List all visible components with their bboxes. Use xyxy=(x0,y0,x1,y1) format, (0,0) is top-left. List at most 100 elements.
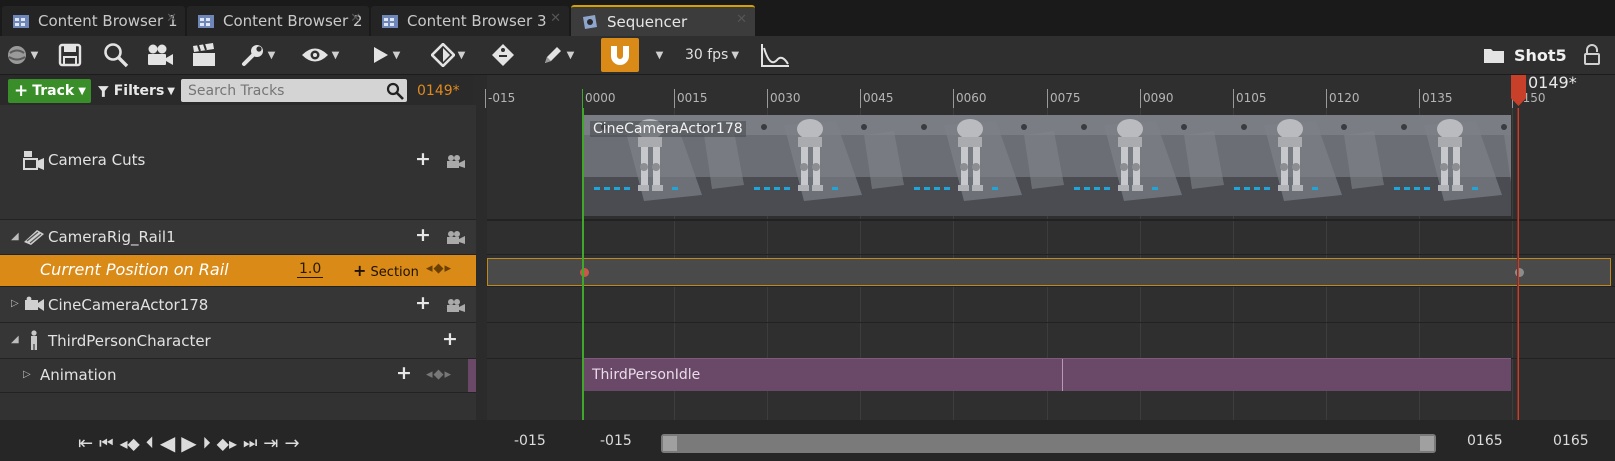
time-ruler[interactable]: -015 0000 0015 0030 0045 0060 0075 0090 … xyxy=(485,73,1615,109)
snap-options-button[interactable]: ▼ xyxy=(646,39,670,71)
add-icon[interactable]: + xyxy=(442,328,458,350)
collapse-arrow-icon[interactable]: ◢ xyxy=(11,231,19,242)
tab-sequencer[interactable]: Sequencer ✕ xyxy=(571,5,755,38)
track-label: Animation xyxy=(40,366,117,384)
camera-icon[interactable] xyxy=(446,230,466,244)
expand-arrow-icon[interactable]: ▷ xyxy=(11,298,19,309)
render-movie-button[interactable] xyxy=(188,39,220,71)
row-separator xyxy=(487,322,1615,323)
track-label: CameraRig_Rail1 xyxy=(48,228,176,246)
play-icon[interactable]: ▶ xyxy=(181,431,196,455)
step-back-key-icon[interactable]: ⏮ xyxy=(99,433,113,453)
tab-content-browser-3[interactable]: Content Browser 3 ✕ xyxy=(371,6,569,36)
add-icon[interactable]: + xyxy=(415,224,431,246)
track-row-current-position-on-rail[interactable]: Current Position on Rail 1.0 + Section ◂… xyxy=(0,255,476,287)
animation-section[interactable]: ThirdPersonIdle xyxy=(584,358,1511,391)
filters-button[interactable]: Filters ▼ xyxy=(97,79,175,103)
tab-content-browser-1[interactable]: Content Browser 1 ✕ xyxy=(2,6,185,36)
close-icon[interactable]: ✕ xyxy=(550,11,561,26)
step-forward-key-icon[interactable]: ⏭ xyxy=(243,433,257,453)
ruler-tick-label: 0015 xyxy=(677,91,708,105)
track-row-camera-cuts[interactable]: Camera Cuts + xyxy=(0,105,476,220)
find-in-content-browser-button[interactable] xyxy=(100,39,132,71)
track-row-third-person-character[interactable]: ◢ ThirdPersonCharacter + xyxy=(0,323,476,359)
track-row-camera-rig-rail[interactable]: ◢ CameraRig_Rail1 + xyxy=(0,220,476,255)
ruler-tick-label: 0135 xyxy=(1422,91,1453,105)
loop-toggle-icon[interactable]: → xyxy=(285,433,300,454)
next-key-icon[interactable]: ◆▸ xyxy=(217,434,237,453)
ruler-tick-label: 0105 xyxy=(1236,91,1267,105)
timeline-scrollbar-thumb[interactable] xyxy=(661,434,1436,453)
current-position-track-lane[interactable] xyxy=(487,258,1611,286)
camera-section-label: CineCameraActor178 xyxy=(590,121,746,137)
track-row-cine-camera-actor[interactable]: ▷ CineCameraActor178 + xyxy=(0,287,476,323)
browse-sequence-button[interactable] xyxy=(1482,39,1506,71)
world-icon xyxy=(7,46,26,64)
ruler-tick-label: 0060 xyxy=(956,91,987,105)
content-browser-icon xyxy=(198,15,214,28)
camera-icon[interactable] xyxy=(446,154,466,168)
world-button[interactable]: ▼ xyxy=(4,39,40,71)
add-section-button[interactable]: + Section xyxy=(353,261,419,280)
key-navigation-icon[interactable]: ◂◆▸ xyxy=(426,367,452,382)
add-key-tag-button[interactable] xyxy=(488,39,518,71)
row-separator xyxy=(487,254,1615,255)
track-button-label: Track xyxy=(32,83,75,99)
snap-toggle-button[interactable] xyxy=(601,38,639,72)
tab-label: Sequencer xyxy=(607,13,688,31)
collapse-arrow-icon[interactable]: ◢ xyxy=(11,334,19,345)
scrollbar-left-handle[interactable] xyxy=(663,436,677,451)
step-back-icon[interactable]: ⏴ xyxy=(146,433,154,453)
add-icon[interactable]: + xyxy=(415,148,431,170)
tab-content-browser-2[interactable]: Content Browser 2 ✕ xyxy=(187,6,369,36)
lock-icon xyxy=(1584,44,1600,65)
search-tracks-field[interactable] xyxy=(186,81,375,101)
camera-rig-rail-icon xyxy=(24,230,44,245)
playback-start-line[interactable] xyxy=(582,108,584,420)
sequence-name: Shot5 xyxy=(1514,39,1574,71)
step-forward-icon[interactable]: ⏵ xyxy=(203,433,211,453)
working-range-start[interactable]: -015 xyxy=(600,433,632,449)
scrollbar-right-handle[interactable] xyxy=(1420,436,1434,451)
ruler-tick-label: 0090 xyxy=(1143,91,1174,105)
close-icon[interactable]: ✕ xyxy=(350,11,361,26)
camera-icon[interactable] xyxy=(446,298,466,312)
view-options-button[interactable]: ▼ xyxy=(296,39,344,71)
track-row-animation[interactable]: ▷ Animation + ◂◆▸ xyxy=(0,359,476,393)
property-value-field[interactable]: 1.0 xyxy=(297,261,324,278)
view-range-start[interactable]: -015 xyxy=(514,433,546,449)
curve-editor-button[interactable] xyxy=(758,39,792,71)
search-tracks-input[interactable] xyxy=(181,79,407,102)
working-range-end[interactable]: 0165 xyxy=(1467,433,1503,449)
add-track-button[interactable]: + Track ▼ xyxy=(8,79,91,103)
general-options-button[interactable]: ▼ xyxy=(236,39,280,71)
track-label: Camera Cuts xyxy=(48,151,146,169)
key-navigation-icon[interactable]: ◂◆▸ xyxy=(426,261,452,276)
play-reverse-icon[interactable]: ◀ xyxy=(160,431,175,455)
timeline-scrollbar[interactable] xyxy=(661,434,1436,453)
framerate-select[interactable]: 30 fps ▼ xyxy=(678,39,746,71)
add-icon[interactable]: + xyxy=(396,362,412,384)
playback-options-button[interactable]: ▼ xyxy=(364,39,408,71)
create-camera-button[interactable] xyxy=(144,39,176,71)
ruler-tick-label: -015 xyxy=(488,91,516,105)
camera-icon xyxy=(148,44,173,65)
lock-button[interactable] xyxy=(1580,39,1604,71)
playhead-line xyxy=(1518,108,1519,420)
ruler-tick-label: 0075 xyxy=(1050,91,1081,105)
camera-cut-section[interactable]: CineCameraActor178 xyxy=(584,115,1511,216)
animation-track-color-strip xyxy=(468,359,476,392)
close-icon[interactable]: ✕ xyxy=(736,12,747,27)
jump-to-start-icon[interactable]: ⇤ xyxy=(78,433,93,454)
previous-key-icon[interactable]: ◂◆ xyxy=(120,434,140,453)
expand-arrow-icon[interactable]: ▷ xyxy=(23,369,31,380)
jump-to-end-icon[interactable]: ⇥ xyxy=(263,433,278,454)
close-icon[interactable]: ✕ xyxy=(166,11,177,26)
edit-options-button[interactable]: ▼ xyxy=(536,39,580,71)
key-options-button[interactable]: ▼ xyxy=(424,39,472,71)
save-button[interactable] xyxy=(54,39,86,71)
track-area[interactable]: CineCameraActor178 ThirdPersonIdle xyxy=(487,108,1615,420)
add-icon[interactable]: + xyxy=(415,292,431,314)
key-icon xyxy=(430,43,455,67)
view-range-end[interactable]: 0165 xyxy=(1553,433,1589,449)
